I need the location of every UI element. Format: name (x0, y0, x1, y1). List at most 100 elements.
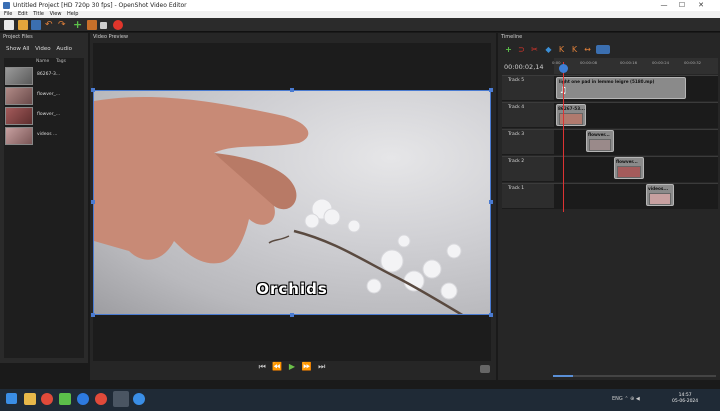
list-item[interactable]: 86267-3... (4, 66, 84, 86)
menu-title[interactable]: Title (33, 11, 44, 18)
menu-bar: File Edit Title View Help (0, 11, 720, 18)
file-thumbnail (5, 107, 33, 125)
undo-icon[interactable]: ↶ (45, 20, 55, 30)
file-thumbnail (5, 87, 33, 105)
clip-title: light one pad in lemmo leigre (5180.mp) (559, 79, 655, 84)
track-name: Track 5 (508, 78, 525, 83)
clip-title: flowver... (588, 132, 610, 137)
timeline-title: Timeline (501, 34, 523, 40)
clip-thumbnail (649, 193, 671, 205)
file-thumbnail (5, 127, 33, 145)
clip-title: flowver... (616, 159, 638, 164)
taskbar-app-icon[interactable] (133, 393, 145, 405)
clock-date: 05-06-2024 (672, 399, 699, 404)
timeline-toolbar: + ⊃ ✂ ◆ K K ↔ (502, 44, 718, 56)
list-item[interactable]: flowver_... (4, 106, 84, 126)
playhead-line[interactable] (563, 62, 564, 212)
playhead-handle[interactable] (559, 64, 568, 73)
add-marker-icon[interactable]: ◆ (544, 45, 553, 54)
timeline-clip[interactable]: flowver... (614, 157, 644, 179)
openshot-app-icon (3, 2, 10, 9)
clip-thumbnail (589, 139, 611, 151)
timeline-clip[interactable]: 86267-53... (556, 104, 586, 126)
file-explorer-icon[interactable] (24, 393, 36, 405)
column-tags[interactable]: Tags (56, 59, 66, 64)
fullscreen-icon[interactable] (100, 22, 107, 29)
system-tray[interactable]: ENG ⌃ ⊕ ◀ (612, 396, 640, 402)
resize-handle[interactable] (91, 313, 95, 317)
timeline-ruler[interactable]: 0:00 00:00:08 00:00:16 00:00:24 00:00:32 (552, 58, 718, 74)
column-name[interactable]: Name (36, 59, 49, 64)
jump-start-icon[interactable]: ⏮ (259, 362, 266, 372)
open-project-icon[interactable] (18, 20, 28, 30)
timeline-timecode: 00:00:02,14 (504, 63, 544, 71)
tab-video[interactable]: Video (35, 46, 50, 52)
camera-icon[interactable] (480, 365, 490, 373)
minimize-button[interactable]: — (656, 0, 672, 11)
chrome-icon[interactable] (41, 393, 53, 405)
timeline-clip[interactable]: light one pad in lemmo leigre (5180.mp) … (556, 77, 686, 99)
timeline-scroll-thumb[interactable] (553, 375, 573, 377)
file-name: videos ... (37, 132, 58, 137)
clip-thumbnail (617, 166, 641, 178)
file-name: flowver_... (37, 112, 61, 117)
timeline-clip[interactable]: flowver... (586, 130, 614, 152)
resize-handle[interactable] (91, 88, 95, 92)
center-timeline-icon[interactable]: ↔ (583, 45, 592, 54)
choose-profile-icon[interactable] (87, 20, 97, 30)
file-name: 86267-3... (37, 72, 61, 77)
fast-forward-icon[interactable]: ⏩ (302, 362, 312, 371)
menu-edit[interactable]: Edit (18, 11, 28, 18)
taskbar-clock[interactable]: 14:57 05-06-2024 (672, 393, 698, 405)
clip-title: 86267-53... (558, 106, 585, 111)
timeline-clip[interactable]: videos... (646, 184, 674, 206)
windows-start-icon[interactable] (6, 393, 17, 404)
play-icon[interactable]: ▶ (289, 362, 295, 371)
window-title: Untitled Project [HD 720p 30 fps] - Open… (13, 2, 187, 9)
add-track-icon[interactable]: + (504, 45, 513, 54)
project-files-tabs: Show All Video Audio (6, 46, 76, 52)
tab-audio[interactable]: Audio (56, 46, 72, 52)
menu-help[interactable]: Help (67, 11, 78, 18)
resize-handle[interactable] (91, 200, 95, 204)
resize-handle[interactable] (489, 88, 493, 92)
list-item[interactable]: flowver_... (4, 86, 84, 106)
track-name: Track 3 (508, 132, 525, 137)
taskbar-app-icon[interactable] (95, 393, 107, 405)
next-marker-icon[interactable]: K (570, 45, 579, 54)
openshot-taskbar-icon[interactable] (113, 391, 129, 407)
title-bar: Untitled Project [HD 720p 30 fps] - Open… (0, 0, 720, 11)
jump-end-icon[interactable]: ⏭ (318, 362, 325, 372)
timeline-scrollbar[interactable] (553, 375, 716, 377)
menu-file[interactable]: File (4, 11, 12, 18)
snapping-icon[interactable]: ⊃ (517, 45, 526, 54)
ruler-tick: 00:00:08 (580, 60, 598, 65)
resize-handle[interactable] (489, 200, 493, 204)
playback-controls: ⏮ ⏪ ▶ ⏩ ⏭ (93, 362, 491, 376)
resize-handle[interactable] (489, 313, 493, 317)
list-item[interactable]: videos ... (4, 126, 84, 146)
main-toolbar: ↶ ↷ + (0, 18, 720, 32)
file-thumbnail (5, 67, 33, 85)
maximize-button[interactable]: ☐ (674, 0, 690, 11)
save-project-icon[interactable] (31, 20, 41, 30)
razor-icon[interactable]: ✂ (530, 45, 539, 54)
close-button[interactable]: ✕ (693, 0, 709, 11)
previous-marker-icon[interactable]: K (557, 45, 566, 54)
zoom-icon[interactable] (77, 393, 89, 405)
new-project-icon[interactable] (4, 20, 14, 30)
rewind-icon[interactable]: ⏪ (272, 362, 282, 371)
taskbar-app-icon[interactable] (59, 393, 71, 405)
menu-view[interactable]: View (50, 11, 62, 18)
zoom-slider-icon[interactable] (596, 45, 610, 54)
project-files-title: Project Files (3, 34, 33, 40)
redo-icon[interactable]: ↷ (58, 20, 68, 30)
file-name: flowver_... (37, 92, 61, 97)
resize-handle[interactable] (290, 88, 294, 92)
video-preview-title: Video Preview (93, 34, 129, 40)
export-video-icon[interactable] (113, 20, 123, 30)
import-files-icon[interactable]: + (73, 19, 83, 30)
tab-show-all[interactable]: Show All (6, 46, 29, 52)
resize-handle[interactable] (290, 313, 294, 317)
track-name: Track 1 (508, 186, 525, 191)
